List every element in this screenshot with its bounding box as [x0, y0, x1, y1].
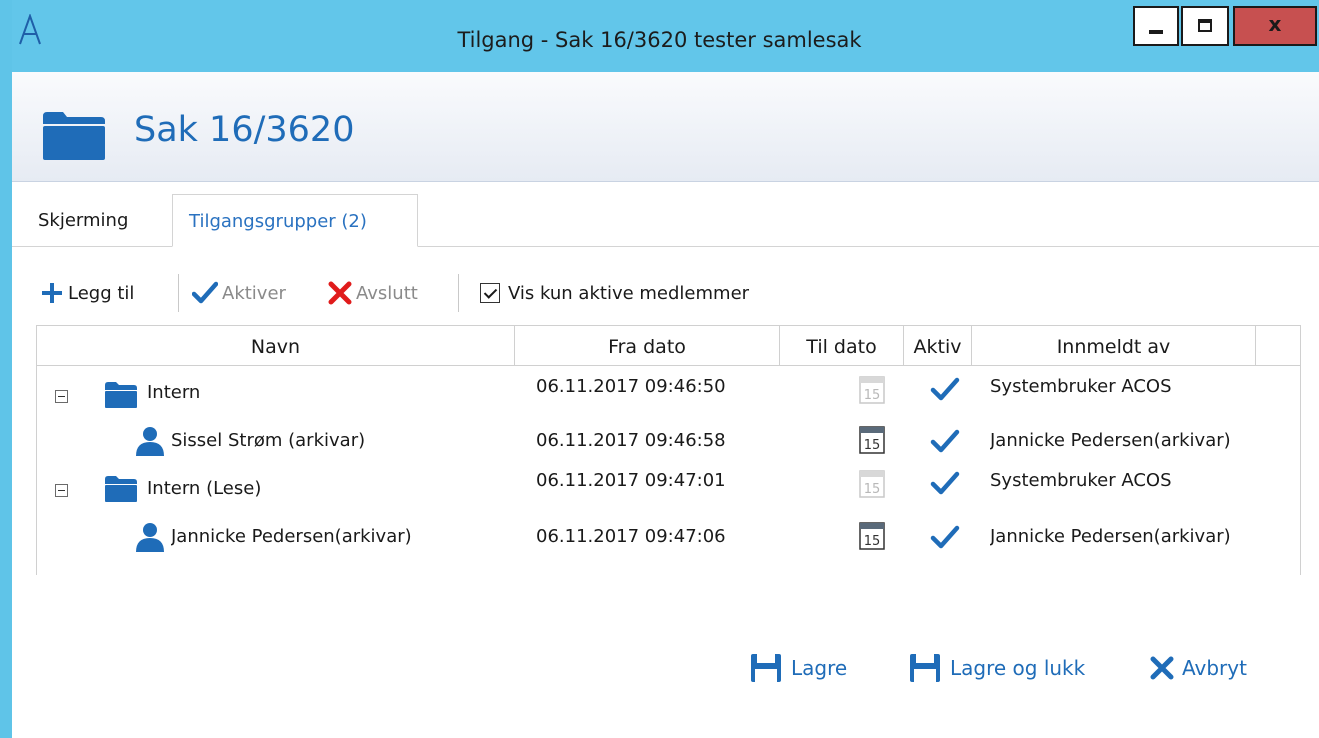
column-header-innmeldt-av[interactable]: Innmeldt av	[972, 326, 1256, 366]
collapse-icon[interactable]	[55, 390, 68, 403]
case-header: Sak 16/3620	[12, 72, 1319, 182]
row-from-date: 06.11.2017 09:46:58	[536, 430, 726, 451]
tab-tilgangsgrupper[interactable]: Tilgangsgrupper (2)	[172, 194, 418, 247]
window-title: Tilgang - Sak 16/3620 tester samlesak	[457, 28, 862, 52]
grid-header: Navn Fra dato Til dato Aktiv Innmeldt av	[37, 326, 1300, 366]
save-and-close-button[interactable]: Lagre og lukk	[910, 648, 1085, 688]
svg-text:15: 15	[864, 388, 881, 403]
folder-icon	[43, 112, 105, 160]
calendar-icon[interactable]: 15	[859, 426, 885, 454]
user-icon	[136, 427, 164, 456]
svg-text:15: 15	[864, 438, 881, 453]
row-registered-by: Systembruker ACOS	[990, 376, 1172, 397]
active-checkmark-icon	[930, 429, 960, 453]
save-button[interactable]: Lagre	[751, 648, 847, 688]
minimize-icon	[1149, 30, 1163, 34]
row-name: Intern	[147, 382, 201, 403]
calendar-icon-disabled[interactable]: 15	[859, 470, 885, 498]
activate-button-label: Aktiver	[222, 282, 286, 304]
maximize-icon	[1198, 19, 1212, 32]
table-row[interactable]: Intern 06.11.2017 09:46:50 15 Systembruk…	[37, 368, 1300, 416]
save-and-close-label: Lagre og lukk	[950, 656, 1086, 680]
calendar-icon-disabled[interactable]: 15	[859, 376, 885, 404]
add-button[interactable]: Legg til	[40, 270, 134, 316]
members-grid: Navn Fra dato Til dato Aktiv Innmeldt av…	[36, 325, 1301, 575]
row-from-date: 06.11.2017 09:47:01	[536, 470, 726, 491]
user-icon	[136, 523, 164, 552]
close-icon	[1150, 656, 1174, 680]
row-name: Sissel Strøm (arkivar)	[171, 430, 366, 451]
column-header-fra-dato[interactable]: Fra dato	[515, 326, 780, 366]
row-name: Intern (Lese)	[147, 478, 262, 499]
folder-icon	[105, 476, 137, 502]
table-row[interactable]: Intern (Lese) 06.11.2017 09:47:01 15 Sys…	[37, 466, 1300, 514]
access-dialog: Tilgang - Sak 16/3620 tester samlesak x …	[0, 0, 1319, 738]
column-header-navn[interactable]: Navn	[37, 326, 515, 366]
add-button-label: Legg til	[68, 282, 135, 304]
column-header-filler	[1256, 326, 1300, 366]
svg-text:15: 15	[864, 482, 881, 497]
row-registered-by: Jannicke Pedersen(arkivar)	[990, 526, 1231, 547]
checkbox-checked-icon[interactable]	[480, 283, 500, 303]
collapse-icon[interactable]	[55, 484, 68, 497]
row-registered-by: Systembruker ACOS	[990, 470, 1172, 491]
checkmark-icon	[192, 281, 218, 304]
active-checkmark-icon	[930, 525, 960, 549]
svg-text:15: 15	[864, 534, 881, 549]
table-row[interactable]: Sissel Strøm (arkivar) 06.11.2017 09:46:…	[37, 418, 1300, 466]
toolbar: Legg til Aktiver Avslutt Vis kun aktive …	[40, 270, 940, 316]
close-icon: x	[1268, 12, 1282, 36]
plus-icon	[42, 283, 62, 303]
active-checkmark-icon	[930, 377, 960, 401]
column-header-til-dato[interactable]: Til dato	[780, 326, 904, 366]
toolbar-separator	[178, 274, 179, 312]
tab-skjerming[interactable]: Skjerming	[38, 194, 168, 247]
column-header-aktiv[interactable]: Aktiv	[904, 326, 972, 366]
row-name: Jannicke Pedersen(arkivar)	[171, 526, 412, 547]
save-icon	[751, 654, 781, 682]
row-from-date: 06.11.2017 09:46:50	[536, 376, 726, 397]
row-registered-by: Jannicke Pedersen(arkivar)	[990, 430, 1231, 451]
minimize-button[interactable]	[1133, 6, 1179, 46]
toolbar-separator	[458, 274, 459, 312]
cancel-label: Avbryt	[1182, 656, 1247, 680]
red-x-icon	[328, 281, 352, 305]
activate-button[interactable]: Aktiver	[192, 270, 286, 316]
save-icon	[910, 654, 940, 682]
active-only-label: Vis kun aktive medlemmer	[508, 282, 750, 304]
maximize-button[interactable]	[1181, 6, 1229, 46]
table-row[interactable]: Jannicke Pedersen(arkivar) 06.11.2017 09…	[37, 514, 1300, 562]
window-left-border	[0, 0, 12, 738]
title-bar[interactable]: Tilgang - Sak 16/3620 tester samlesak x	[0, 0, 1319, 72]
row-from-date: 06.11.2017 09:47:06	[536, 526, 726, 547]
calendar-icon[interactable]: 15	[859, 522, 885, 550]
end-button-label: Avslutt	[356, 282, 418, 304]
page-title: Sak 16/3620	[134, 110, 355, 150]
folder-icon	[105, 382, 137, 408]
save-label: Lagre	[791, 656, 848, 680]
cancel-button[interactable]: Avbryt	[1150, 648, 1247, 688]
active-checkmark-icon	[930, 471, 960, 495]
tab-strip: Skjerming Tilgangsgrupper (2)	[12, 182, 1319, 248]
active-only-checkbox[interactable]: Vis kun aktive medlemmer	[480, 270, 749, 316]
end-button[interactable]: Avslutt	[328, 270, 418, 316]
close-button[interactable]: x	[1233, 6, 1317, 46]
